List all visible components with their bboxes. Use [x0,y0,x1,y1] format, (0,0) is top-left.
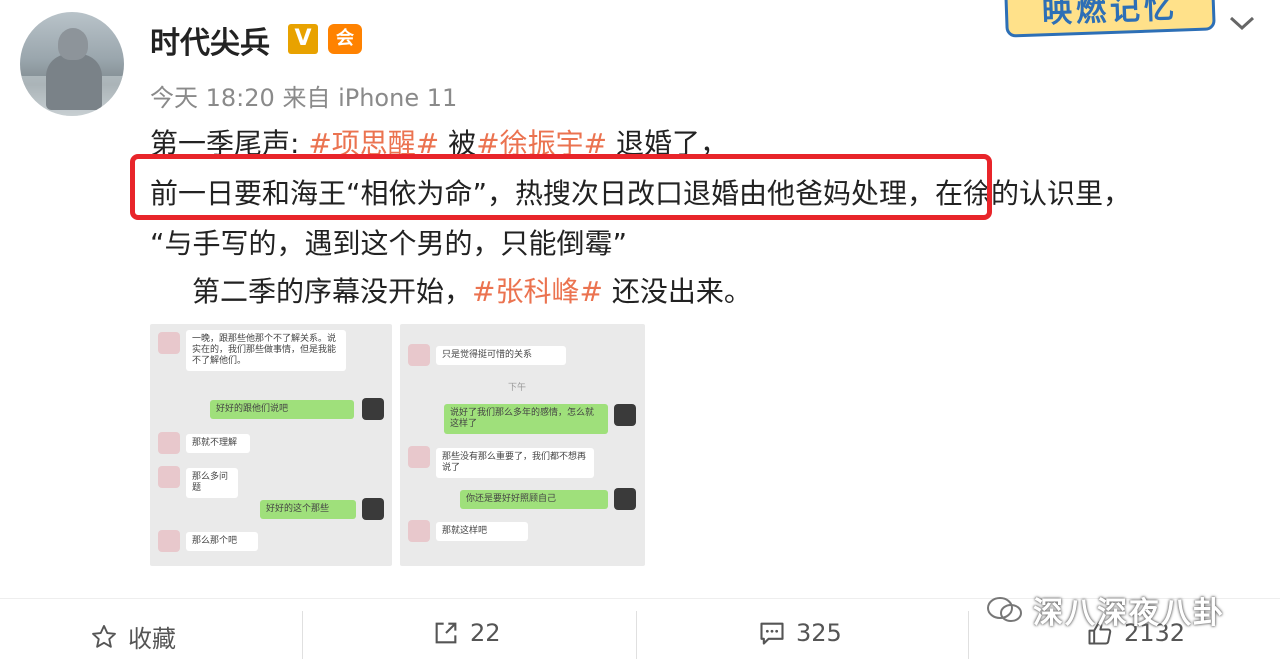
chat-timestamp: 下午 [508,383,527,393]
wechat-icon [987,597,1022,622]
watermark: 深八深夜八卦 [985,588,1225,632]
divider [968,611,969,659]
chat-avatar [158,466,180,488]
chat-bubble: 那就不理解 [186,434,250,453]
chat-bubble: 你还是要好好照顾自己 [460,490,608,509]
text-segment: 第二季的序幕没开始， [192,275,473,308]
share-count: 22 [470,619,501,647]
chat-avatar [614,488,636,510]
post-meta: 今天 18:20 来自 iPhone 11 [150,78,457,113]
text-segment: 还没出来。 [602,275,752,308]
chat-bubble: 那么那个吧 [186,532,258,551]
chat-bubble: 那么多问题 [186,468,238,498]
avatar-figure-head [58,28,88,60]
favorite-button[interactable]: 收藏 [90,619,176,654]
username[interactable]: 时代尖兵 [150,18,270,62]
chat-avatar [158,530,180,552]
chat-avatar [158,432,180,454]
chat-avatar [408,520,430,542]
chat-avatar [362,498,384,520]
post-image-chat-2[interactable]: 只是觉得挺可惜的关系 下午 说好了我们那么多年的感情，怎么就这样了 那些没有那么… [400,324,645,566]
post-image-chat-1[interactable]: 一晚，跟那些他那个不了解关系。说实在的，我们那些做事情，但是我能不了解他们。 好… [150,324,392,566]
share-button[interactable]: 22 [432,619,501,647]
chat-avatar [158,332,180,354]
favorite-label: 收藏 [128,625,176,653]
comment-count: 325 [796,619,842,647]
divider [302,611,303,659]
chat-bubble: 好好的这个那些 [260,500,356,519]
chat-bubble: 那些没有那么重要了，我们都不想再说了 [436,448,594,478]
chat-bubble: 说好了我们那么多年的感情，怎么就这样了 [444,404,608,434]
post-source-prefix: 来自 [282,84,331,112]
chat-avatar [408,446,430,468]
chat-avatar [362,398,384,420]
chat-avatar [408,344,430,366]
post-timestamp: 今天 18:20 [150,84,275,112]
chat-bubble: 一晚，跟那些他那个不了解关系。说实在的，我们那些做事情，但是我能不了解他们。 [186,330,346,371]
vip-badge-icon: 会 [328,24,362,54]
post-device: iPhone 11 [338,84,458,112]
comment-icon [760,622,784,645]
post-text-line-3: “与手写的，遇到这个男的，只能倒霉” [150,227,628,260]
avatar-figure-body [46,54,102,110]
star-icon [92,624,116,648]
hashtag-link[interactable]: #张科峰# [472,275,603,308]
share-icon [435,622,457,644]
user-avatar[interactable] [20,12,124,116]
divider [636,611,637,659]
decoration-banner: 映燃记忆 [1004,0,1216,38]
chat-bubble: 好好的跟他们说吧 [210,400,354,419]
chat-avatar [614,404,636,426]
chat-bubble: 只是觉得挺可惜的关系 [436,346,566,365]
watermark-text: 深八深夜八卦 [1033,596,1225,631]
chat-bubble: 那就这样吧 [436,522,528,541]
highlight-annotation-box [130,154,992,220]
post-text-line-4: 第二季的序幕没开始，#张科峰# 还没出来。 [192,270,752,310]
chevron-down-icon[interactable] [1228,10,1256,40]
comment-button[interactable]: 325 [758,619,842,647]
verified-badge-icon: V [288,24,318,54]
